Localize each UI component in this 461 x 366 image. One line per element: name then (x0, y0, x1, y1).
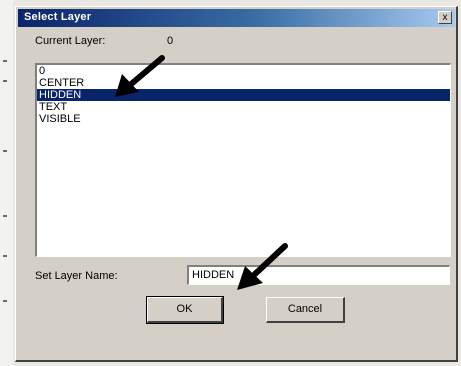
layer-list-item[interactable]: 0 (37, 65, 450, 77)
current-layer-value: 0 (167, 35, 174, 47)
left-edge-tick (3, 60, 7, 62)
left-edge-tick (3, 255, 7, 257)
layer-listbox[interactable]: 0 CENTER HIDDEN TEXT VISIBLE (35, 63, 451, 257)
left-edge-strip (0, 0, 13, 366)
black-arrow-icon (115, 55, 165, 97)
title-bar[interactable]: Select Layer x (18, 9, 455, 27)
layer-list-item[interactable]: VISIBLE (37, 113, 450, 125)
ok-button[interactable]: OK (146, 296, 224, 324)
close-button[interactable]: x (438, 11, 452, 24)
black-arrow-icon (237, 243, 288, 290)
close-icon: x (442, 12, 448, 23)
left-edge-tick (3, 300, 7, 302)
layer-list-item-selected[interactable]: HIDDEN (37, 89, 450, 101)
select-layer-dialog: Select Layer x Current Layer: 0 0 CENTER… (15, 6, 458, 362)
cancel-button[interactable]: Cancel (266, 297, 345, 323)
layer-list-item[interactable]: TEXT (37, 101, 450, 113)
dialog-title: Select Layer (24, 11, 92, 23)
set-layer-name-label: Set Layer Name: (35, 270, 118, 282)
current-layer-label: Current Layer: (35, 35, 106, 47)
layer-list-item[interactable]: CENTER (37, 77, 450, 89)
left-edge-tick (3, 80, 7, 82)
set-layer-name-input[interactable]: HIDDEN (187, 265, 450, 285)
left-edge-tick (3, 215, 7, 217)
left-edge-tick (3, 150, 7, 152)
